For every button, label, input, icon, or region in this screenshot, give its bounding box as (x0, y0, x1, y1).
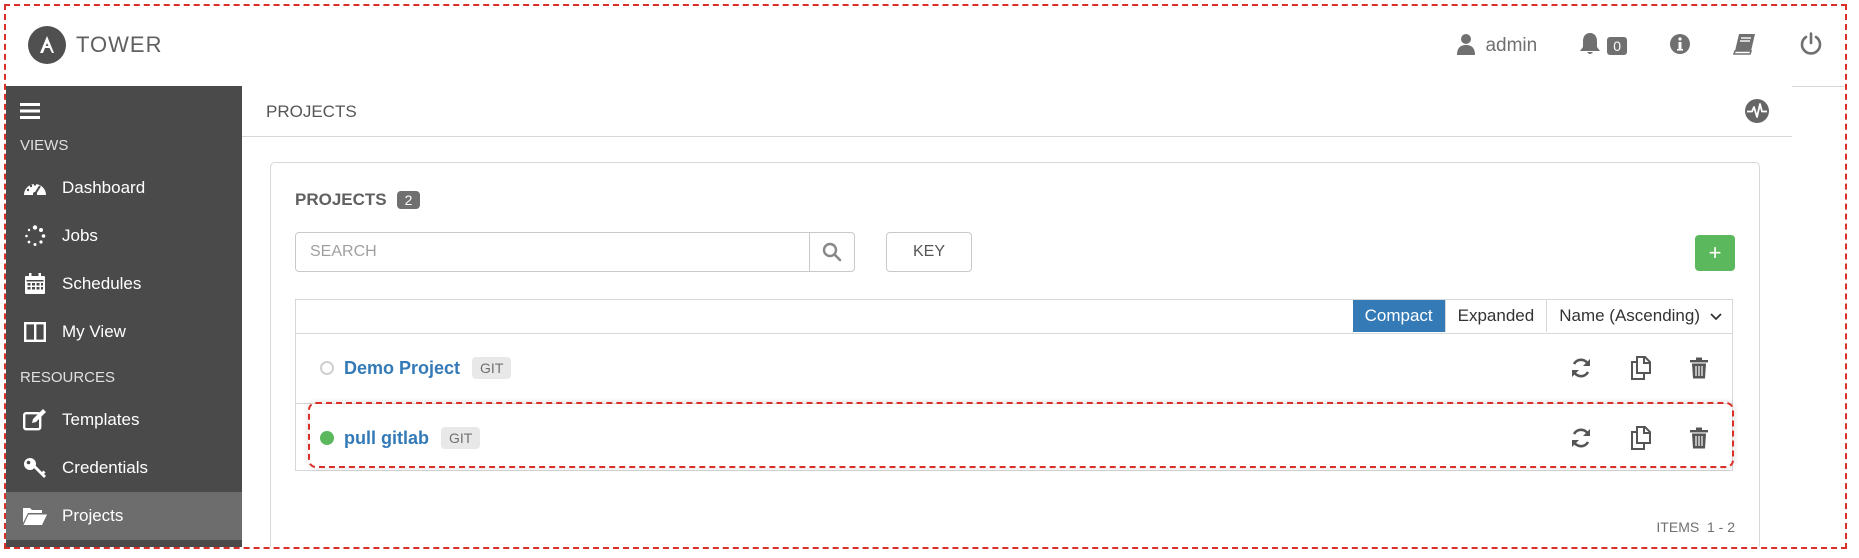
sidebar-item-label: Dashboard (62, 178, 146, 197)
breadcrumb: PROJECTS (266, 102, 357, 121)
copy-icon (1631, 356, 1651, 380)
view-controls: Compact Expanded Name (Ascending) (1352, 300, 1732, 332)
book-icon (1732, 33, 1757, 60)
sidebar-item-templates[interactable]: Templates (6, 396, 242, 444)
add-project-button[interactable]: + (1695, 235, 1735, 271)
sync-button[interactable] (1570, 427, 1592, 449)
sidebar-item-schedules[interactable]: Schedules (6, 260, 242, 308)
edit-icon (20, 409, 50, 431)
spinner-icon (20, 225, 50, 247)
key-icon (20, 457, 50, 479)
sidebar-item-credentials[interactable]: Credentials (6, 444, 242, 492)
folder-open-icon (20, 506, 50, 526)
items-range-label: ITEMS 1 - 2 (1656, 519, 1735, 535)
copy-icon (1631, 426, 1651, 450)
info-button[interactable] (1669, 33, 1691, 60)
top-bar: TOWER admin 0 (6, 6, 1845, 87)
logout-button[interactable] (1799, 31, 1823, 61)
sidebar-item-label: My View (62, 322, 126, 341)
sort-label: Name (Ascending) (1559, 306, 1700, 325)
search-button[interactable] (809, 233, 854, 271)
trash-icon (1690, 427, 1708, 449)
menu-toggle-button[interactable] (20, 102, 40, 125)
app-frame: TOWER admin 0 VIEWS Dashboard Jobs Sched… (4, 4, 1847, 549)
panel-title: PROJECTS (295, 190, 387, 209)
columns-icon (20, 322, 50, 342)
expanded-view-toggle[interactable]: Expanded (1444, 300, 1547, 332)
sidebar-item-dashboard[interactable]: Dashboard (6, 164, 242, 212)
docs-button[interactable] (1732, 33, 1757, 60)
notifications-button[interactable]: 0 (1579, 32, 1627, 61)
project-count-badge: 2 (396, 191, 421, 209)
sidebar-item-label: Projects (62, 506, 124, 525)
sync-button[interactable] (1570, 357, 1592, 379)
dashboard-icon (20, 178, 50, 198)
calendar-icon (20, 273, 50, 295)
status-indicator[interactable] (320, 431, 334, 445)
sidebar-item-my-view[interactable]: My View (6, 308, 242, 356)
sidebar-item-label: Jobs (62, 226, 98, 245)
user-icon (1457, 33, 1476, 60)
scm-type-badge: GIT (472, 357, 512, 379)
info-icon (1669, 33, 1691, 60)
sidebar: VIEWS Dashboard Jobs Schedules My View R… (6, 86, 242, 547)
copy-button[interactable] (1630, 426, 1652, 450)
search-box (295, 232, 855, 272)
projects-panel: PROJECTS 2 KEY + Compact Expanded Name (… (270, 162, 1760, 547)
delete-button[interactable] (1690, 427, 1708, 449)
power-icon (1799, 31, 1823, 61)
project-name-link[interactable]: Demo Project (344, 358, 460, 379)
search-input[interactable] (296, 233, 809, 271)
views-section-label: VIEWS (20, 137, 69, 154)
page-header: PROJECTS (242, 86, 1792, 137)
list-item: Demo Project GIT (296, 333, 1732, 404)
resources-section-label: RESOURCES (20, 369, 116, 386)
copy-button[interactable] (1630, 356, 1652, 380)
sidebar-item-label: Schedules (62, 274, 142, 293)
sort-dropdown[interactable]: Name (Ascending) (1546, 300, 1732, 332)
list-toolbar: Compact Expanded Name (Ascending) (296, 300, 1732, 334)
activity-stream-button[interactable] (1744, 98, 1770, 129)
refresh-icon (1572, 358, 1590, 378)
brand[interactable]: TOWER (28, 26, 162, 64)
notification-count-badge: 0 (1607, 37, 1627, 55)
sidebar-item-projects[interactable]: Projects (6, 492, 242, 540)
ansible-logo-icon (28, 26, 66, 64)
user-name: admin (1485, 35, 1538, 56)
project-name-link[interactable]: pull gitlab (344, 428, 429, 449)
key-button[interactable]: KEY (886, 232, 972, 272)
list-item: pull gitlab GIT (296, 403, 1732, 473)
scm-type-badge: GIT (441, 427, 481, 449)
chevron-down-icon (1710, 306, 1722, 326)
status-indicator[interactable] (320, 361, 334, 375)
sidebar-item-label: Credentials (62, 458, 148, 477)
refresh-icon (1572, 428, 1590, 448)
trash-icon (1690, 357, 1708, 379)
delete-button[interactable] (1690, 357, 1708, 379)
hamburger-icon (20, 103, 40, 119)
bell-icon (1579, 32, 1601, 61)
compact-view-toggle[interactable]: Compact (1352, 300, 1445, 332)
activity-icon (1745, 99, 1769, 123)
sidebar-item-label: Templates (62, 410, 140, 429)
projects-list: Compact Expanded Name (Ascending) Demo P… (295, 299, 1733, 471)
brand-name: TOWER (76, 32, 163, 57)
sidebar-item-jobs[interactable]: Jobs (6, 212, 242, 260)
search-icon (822, 242, 842, 262)
user-menu[interactable]: admin (1457, 33, 1537, 60)
